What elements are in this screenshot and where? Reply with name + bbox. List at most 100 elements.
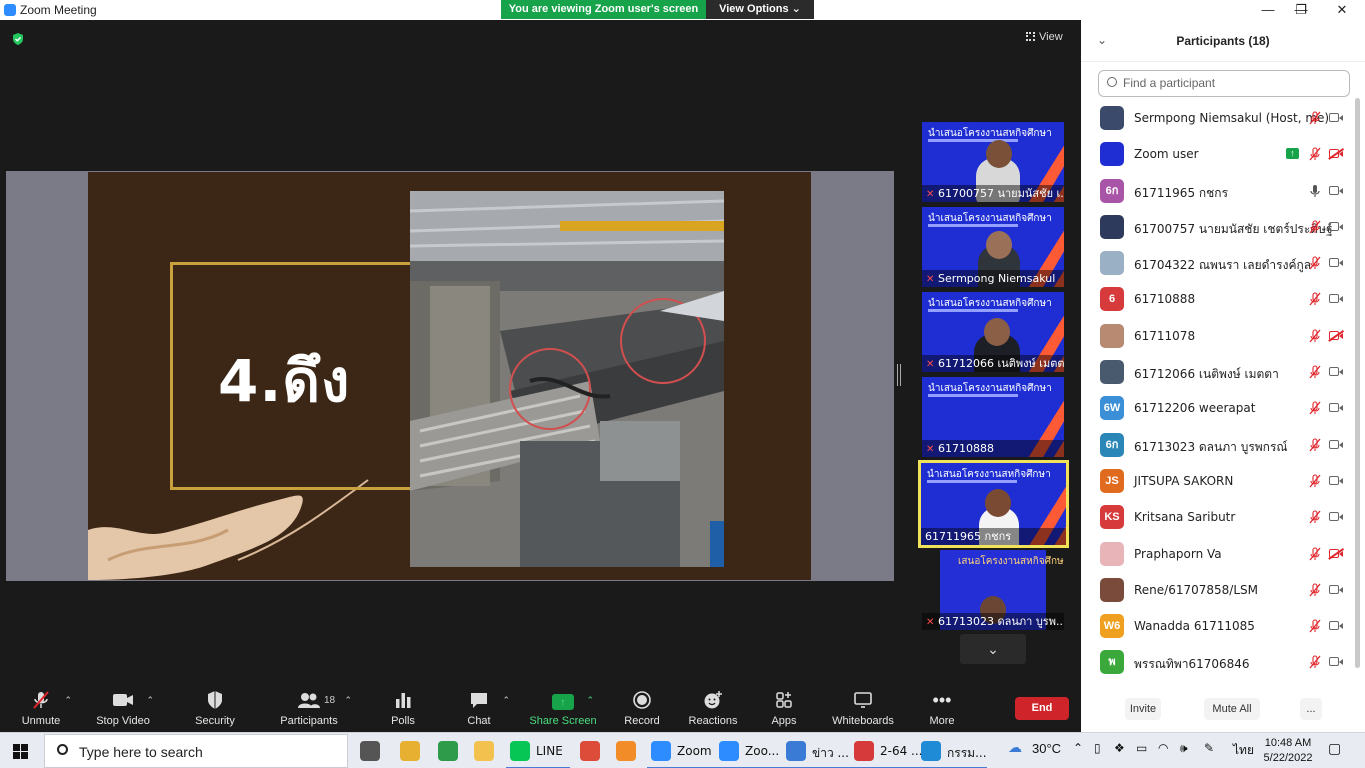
participant-row[interactable]: 61711078 <box>1081 318 1353 354</box>
encryption-shield-icon[interactable] <box>11 32 25 46</box>
mute-all-button[interactable]: Mute All <box>1204 698 1260 720</box>
whiteboards-button[interactable]: Whiteboards <box>818 689 908 727</box>
share-screen-button[interactable]: ↑ Share Screen ⌃ <box>518 689 608 727</box>
video-camera-icon[interactable] <box>1329 656 1343 667</box>
security-button[interactable]: Security <box>170 689 260 727</box>
view-options-button[interactable]: View Options ⌄ <box>706 0 814 19</box>
battery-icon[interactable]: ▭ <box>1136 741 1147 755</box>
video-camera-icon[interactable] <box>1329 439 1343 450</box>
video-camera-icon[interactable] <box>1329 475 1343 486</box>
chevron-up-icon[interactable]: ⌃ <box>502 695 510 706</box>
participant-row[interactable]: พ พรรณทิพา61706846 <box>1081 644 1353 680</box>
mic-muted-icon[interactable] <box>1308 547 1322 561</box>
mic-icon[interactable] <box>1308 184 1322 198</box>
participant-row[interactable]: Rene/61707858/LSM <box>1081 572 1353 608</box>
participant-row[interactable]: 6ก 61711965 กชกร <box>1081 173 1353 209</box>
end-meeting-button[interactable]: End <box>1015 697 1069 720</box>
chevron-up-icon[interactable]: ⌃ <box>146 695 154 706</box>
participant-row[interactable]: 6 61710888 <box>1081 281 1353 317</box>
participant-row[interactable]: 61700757 นายมนัสชัย เชตร์ประดิษฐ์ <box>1081 209 1353 245</box>
chevron-up-icon[interactable]: ⌃ <box>586 695 594 706</box>
participant-name: 61710888 <box>1134 292 1196 307</box>
chat-button[interactable]: Chat ⌃ <box>434 689 524 727</box>
mic-off-icon: ✕ <box>926 359 935 370</box>
mic-muted-icon[interactable] <box>1308 365 1322 379</box>
weather-temperature[interactable]: 30°C <box>1032 741 1061 756</box>
zoom-1-icon <box>651 741 671 761</box>
mic-muted-icon[interactable] <box>1308 655 1322 669</box>
participant-list-scrollbar[interactable] <box>1355 98 1360 668</box>
panel-more-button[interactable]: ... <box>1300 698 1322 720</box>
participant-row[interactable]: Praphaporn Va <box>1081 536 1353 572</box>
stop-video-button[interactable]: Stop Video ⌃ <box>78 689 168 727</box>
apps-button[interactable]: Apps <box>739 689 829 727</box>
video-camera-icon[interactable] <box>1329 584 1343 595</box>
mic-muted-icon[interactable] <box>1308 619 1322 633</box>
notification-icon[interactable]: ▢ <box>1328 740 1341 757</box>
participant-row[interactable]: 61712066 เนติพงษ์ เมตตา <box>1081 354 1353 390</box>
video-camera-icon[interactable] <box>1329 257 1343 268</box>
more-button[interactable]: ••• More <box>897 689 987 727</box>
mic-muted-icon[interactable] <box>1308 438 1322 452</box>
mic-off-icon: ✕ <box>926 189 935 200</box>
mic-muted-icon[interactable] <box>1308 256 1322 270</box>
windows-start-icon[interactable] <box>13 744 28 759</box>
video-camera-icon[interactable] <box>1329 366 1343 377</box>
mic-muted-icon[interactable] <box>1308 401 1322 415</box>
taskbar-search-box[interactable]: Type here to search <box>44 734 348 768</box>
chevron-up-icon[interactable]: ⌃ <box>64 695 72 706</box>
mic-muted-icon[interactable] <box>1308 220 1322 234</box>
video-camera-icon[interactable] <box>1329 112 1343 123</box>
video-camera-icon[interactable] <box>1329 620 1343 631</box>
pen-icon[interactable]: ✎ <box>1204 741 1214 755</box>
mic-muted-icon[interactable] <box>1308 583 1322 597</box>
video-camera-icon[interactable] <box>1329 402 1343 413</box>
video-thumbnail[interactable]: นำเสนอโครงงานสหกิจศึกษา ✕ 61710888 <box>922 377 1064 457</box>
view-layout-button[interactable]: View <box>1026 28 1072 46</box>
thumbnails-scroll-down-button[interactable]: ⌄ <box>960 634 1026 664</box>
participant-row[interactable]: W6 Wanadda 61711085 <box>1081 608 1353 644</box>
mic-muted-icon[interactable] <box>1308 147 1322 161</box>
unmute-button[interactable]: Unmute ⌃ <box>0 689 86 727</box>
participant-row[interactable]: 6W 61712206 weerapat <box>1081 390 1353 426</box>
input-language[interactable]: ไทย <box>1233 741 1254 760</box>
tray-chevron-up-icon[interactable]: ⌃ <box>1073 741 1083 755</box>
video-thumbnail-active-speaker[interactable]: นำเสนอโครงงานสหกิจศึกษา 61711965 กชกร <box>918 460 1069 548</box>
maximize-button[interactable]: ❐ <box>1281 0 1321 20</box>
participant-row[interactable]: Zoom user ↑ <box>1081 136 1353 172</box>
participant-row[interactable]: 61704322 ณพนรา เลยดำรงค์กูล <box>1081 245 1353 281</box>
video-camera-icon[interactable] <box>1329 185 1343 196</box>
video-thumbnail[interactable]: นำเสนอโครงงานสหกิจศึกษา ✕ 61712066 เนติพง… <box>922 292 1064 372</box>
mic-muted-icon[interactable] <box>1308 510 1322 524</box>
participant-search-input[interactable]: Find a participant <box>1098 70 1350 97</box>
mic-muted-icon[interactable] <box>1308 292 1322 306</box>
video-thumbnail[interactable]: เสนอโครงงานสหกิจศึกษา ✕ 61713023 ดลนภา บู… <box>922 550 1064 630</box>
participant-row[interactable]: JS JITSUPA SAKORN <box>1081 463 1353 499</box>
video-off-icon[interactable] <box>1328 148 1344 160</box>
chevron-up-icon[interactable]: ⌃ <box>344 695 352 706</box>
wifi-icon[interactable]: ◠ <box>1158 741 1168 755</box>
panel-splitter-handle[interactable] <box>897 364 901 386</box>
video-thumbnail[interactable]: นำเสนอโครงงานสหกิจศึกษา ✕ 61700757 นายมนั… <box>922 122 1064 202</box>
video-camera-icon[interactable] <box>1329 221 1343 232</box>
invite-button[interactable]: Invite <box>1125 698 1161 720</box>
video-camera-icon[interactable] <box>1329 511 1343 522</box>
participant-row[interactable]: Sermpong Niemsakul (Host, me) <box>1081 100 1353 136</box>
video-off-icon[interactable] <box>1328 547 1344 560</box>
participant-row[interactable]: 6ก 61713023 ดลนภา บูรพกรณ์ <box>1081 427 1353 463</box>
participants-button[interactable]: 18 Participants ⌃ <box>264 689 354 727</box>
participant-name: 61711965 กชกร <box>1134 185 1229 200</box>
close-button[interactable]: ✕ <box>1322 0 1362 20</box>
dropbox-icon[interactable]: ❖ <box>1114 741 1125 755</box>
chat-icon <box>471 693 487 708</box>
volume-icon[interactable]: 🕪 <box>1180 741 1188 756</box>
video-off-icon[interactable] <box>1328 329 1344 342</box>
mic-muted-icon[interactable] <box>1308 111 1322 125</box>
taskbar-clock[interactable]: 10:48 AM 5/22/2022 <box>1256 736 1320 766</box>
mic-muted-icon[interactable] <box>1308 474 1322 488</box>
mic-muted-icon[interactable] <box>1308 329 1322 343</box>
video-thumbnail[interactable]: นำเสนอโครงงานสหกิจศึกษา ✕ Sermpong Niemsa… <box>922 207 1064 287</box>
tray-device-icon[interactable]: ▯ <box>1094 741 1101 755</box>
video-camera-icon[interactable] <box>1329 293 1343 304</box>
participant-row[interactable]: KS Kritsana Saributr <box>1081 499 1353 535</box>
